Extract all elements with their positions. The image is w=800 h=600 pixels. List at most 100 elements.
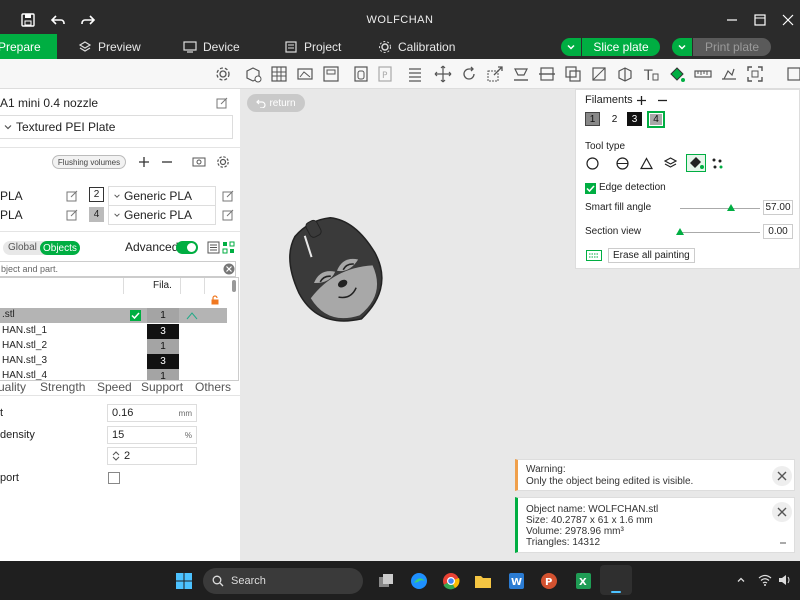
filament-slot-2[interactable]: 2 <box>607 112 622 126</box>
chevron-up-icon[interactable] <box>736 575 746 585</box>
support-checkbox[interactable] <box>108 472 120 484</box>
tab-project[interactable]: Project <box>284 34 341 59</box>
color-paint-icon[interactable] <box>668 65 686 83</box>
stepper-arrows-icon[interactable] <box>112 450 120 462</box>
edit-icon[interactable] <box>216 97 228 109</box>
excel-icon[interactable]: X <box>574 572 592 590</box>
table-row[interactable]: HAN.stl_1 3 <box>0 324 227 339</box>
measure-icon[interactable] <box>694 65 712 83</box>
tab-preview[interactable]: Preview <box>78 34 141 59</box>
seam-paint-icon[interactable] <box>616 65 634 83</box>
search-input[interactable]: bject and part. <box>0 261 236 277</box>
more-tools-icon[interactable] <box>784 65 800 83</box>
filament-badge[interactable]: 3 <box>147 354 179 369</box>
filament-slot-4[interactable]: 4 <box>89 207 104 222</box>
slider-thumb[interactable] <box>676 228 684 235</box>
keyboard-icon[interactable] <box>586 250 602 261</box>
mode-objects[interactable]: Objects <box>40 241 80 255</box>
fit-view-icon[interactable] <box>746 65 764 83</box>
gap-fill-tool-icon[interactable] <box>711 157 724 170</box>
slice-plate-button[interactable]: Slice plate <box>561 38 660 56</box>
filament-preset-4[interactable]: Generic PLA <box>108 205 216 225</box>
tab-others[interactable]: Others <box>195 380 231 394</box>
sphere-tool-icon[interactable] <box>616 157 629 170</box>
filament-type-4[interactable]: PLA <box>0 205 60 225</box>
taskbar-search[interactable]: Search <box>203 568 363 594</box>
split-parts-icon[interactable]: P <box>376 65 394 83</box>
filament-preset-2[interactable]: Generic PLA <box>108 186 216 206</box>
word-icon[interactable]: W <box>507 572 525 590</box>
mode-global[interactable]: Global <box>8 242 37 253</box>
add-icon[interactable] <box>138 156 150 168</box>
edit-icon[interactable] <box>66 209 78 221</box>
section-view-slider[interactable] <box>676 228 760 235</box>
table-row[interactable]: HAN.stl_3 3 <box>0 354 227 369</box>
tab-strength[interactable]: Strength <box>40 380 85 394</box>
move-icon[interactable] <box>434 65 452 83</box>
text-tool-icon[interactable]: T <box>642 65 660 83</box>
tab-quality[interactable]: uality <box>0 380 26 394</box>
wolf-model[interactable] <box>282 213 392 333</box>
add-icon[interactable] <box>636 95 647 106</box>
triangle-tool-icon[interactable] <box>640 157 653 170</box>
add-cube-icon[interactable] <box>244 65 262 83</box>
infill-density-input[interactable]: 15 % <box>107 426 197 444</box>
variable-layer-icon[interactable] <box>406 65 424 83</box>
advanced-toggle[interactable] <box>176 241 198 254</box>
smart-fill-slider[interactable] <box>680 204 760 211</box>
remove-icon[interactable] <box>161 156 173 168</box>
grid-plate-icon[interactable] <box>270 65 288 83</box>
list-scrollbar[interactable] <box>232 280 236 292</box>
chrome-icon[interactable] <box>442 572 460 590</box>
split-objects-icon[interactable] <box>352 65 370 83</box>
filament-slot-4-selected[interactable]: 4 <box>647 111 665 128</box>
wifi-icon[interactable] <box>758 574 772 586</box>
remove-icon[interactable] <box>657 95 668 106</box>
circle-tool-icon[interactable] <box>586 157 599 170</box>
flushing-volumes-button[interactable]: Flushing volumes <box>52 155 126 169</box>
chevron-down-icon[interactable] <box>672 38 692 56</box>
filament-slot-2[interactable]: 2 <box>89 187 104 202</box>
print-plate-button[interactable]: Print plate <box>672 38 771 56</box>
plate-select[interactable]: Textured PEI Plate <box>0 115 233 139</box>
erase-all-painting-button[interactable]: Erase all painting <box>608 248 695 263</box>
close-icon[interactable] <box>780 12 796 28</box>
support-paint-icon[interactable] <box>590 65 608 83</box>
assembly-icon[interactable] <box>720 65 738 83</box>
height-range-tool-icon[interactable] <box>664 157 677 170</box>
filament-slot-3[interactable]: 3 <box>627 112 642 126</box>
minimize-icon[interactable] <box>724 12 740 28</box>
checkbox-checked[interactable] <box>130 310 141 321</box>
chevron-down-icon[interactable] <box>561 38 581 56</box>
bambu-studio-taskbar-icon[interactable] <box>600 565 632 595</box>
edge-browser-icon[interactable] <box>410 572 428 590</box>
lay-on-face-icon[interactable] <box>512 65 530 83</box>
filament-slot-1[interactable]: 1 <box>585 112 600 126</box>
filament-badge[interactable]: 3 <box>147 324 179 339</box>
wall-loops-stepper[interactable]: 2 <box>107 447 197 465</box>
close-icon[interactable] <box>772 466 792 486</box>
scale-icon[interactable] <box>486 65 504 83</box>
gear-icon[interactable] <box>216 155 230 169</box>
table-row[interactable]: HAN.stl_2 1 <box>0 339 227 354</box>
speaker-icon[interactable] <box>778 574 792 586</box>
printer-select[interactable]: A1 mini 0.4 nozzle <box>0 93 210 113</box>
edge-detection-checkbox[interactable] <box>585 183 596 194</box>
list-icon[interactable] <box>207 241 220 254</box>
filament-badge[interactable]: 1 <box>147 308 179 323</box>
return-button[interactable]: return <box>247 94 305 112</box>
orient-icon[interactable] <box>296 65 314 83</box>
powerpoint-icon[interactable]: P <box>540 572 558 590</box>
table-row[interactable]: .stl 1 <box>0 308 227 323</box>
section-view-input[interactable]: 0.00 <box>763 224 793 239</box>
filament-badge[interactable]: 1 <box>147 339 179 354</box>
windows-start-icon[interactable] <box>176 573 192 589</box>
smart-fill-input[interactable]: 57.00 <box>763 200 793 215</box>
edit-icon[interactable] <box>66 190 78 202</box>
collapse-icon[interactable] <box>780 542 786 544</box>
rotate-icon[interactable] <box>460 65 478 83</box>
lock-icon[interactable] <box>210 295 220 305</box>
cut-icon[interactable] <box>538 65 556 83</box>
tab-prepare[interactable]: Prepare <box>0 34 57 59</box>
sync-ams-icon[interactable] <box>192 155 206 169</box>
